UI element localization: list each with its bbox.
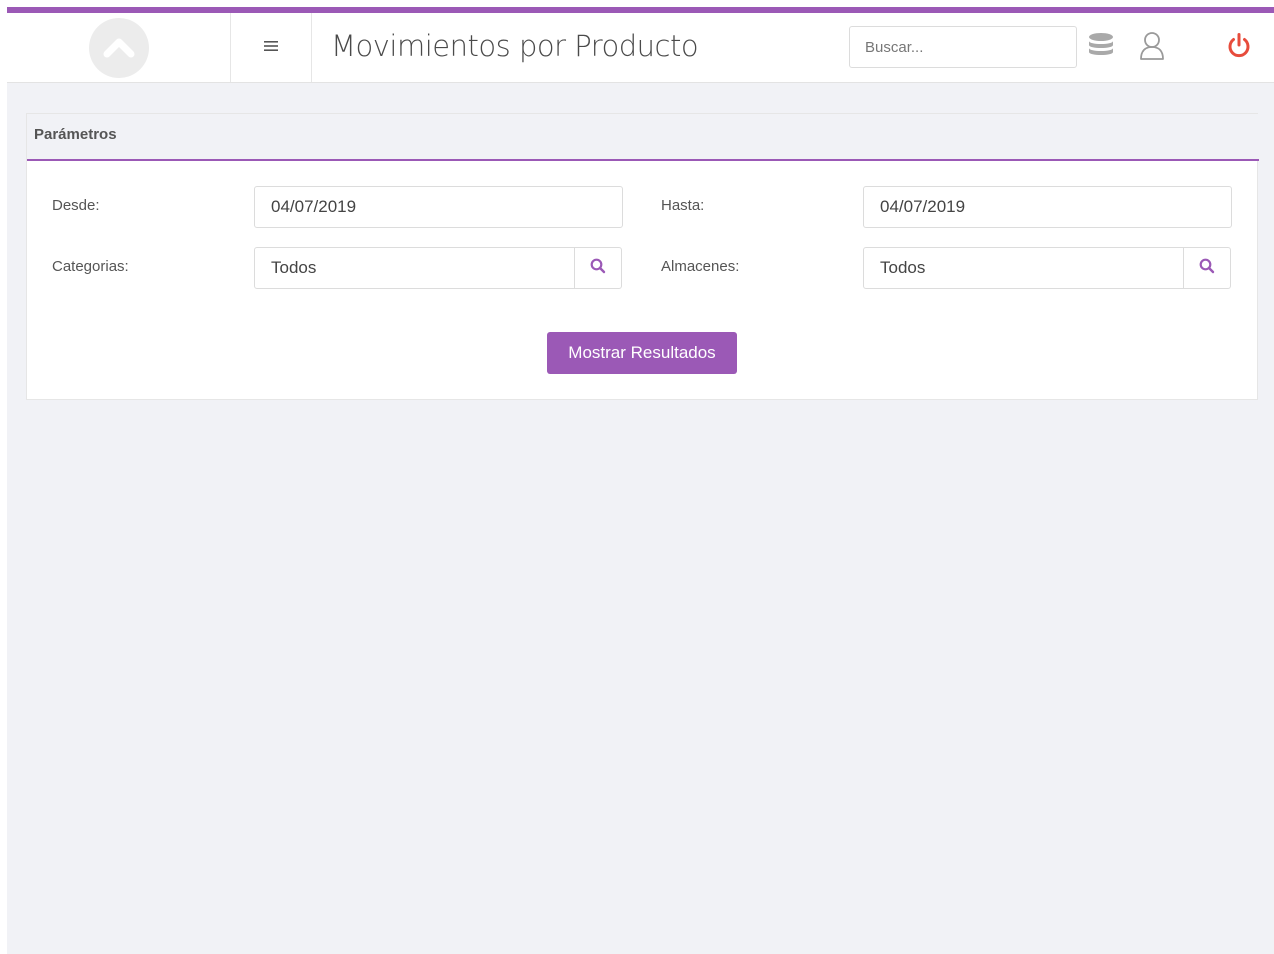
almacenes-field[interactable] — [863, 247, 1184, 289]
top-navbar: Movimientos por Producto — [7, 13, 1274, 83]
panel-title: Parámetros — [34, 126, 117, 143]
hasta-label: Hasta: — [661, 197, 705, 214]
mostrar-resultados-button[interactable]: Mostrar Resultados — [547, 332, 737, 374]
search-icon — [590, 258, 606, 279]
categorias-label: Categorias: — [52, 258, 129, 275]
user-icon — [1139, 31, 1165, 66]
page: Movimientos por Producto Buscar... Parám… — [7, 7, 1274, 954]
desde-date-field[interactable] — [254, 186, 623, 228]
search-input[interactable] — [849, 26, 1077, 68]
search-icon — [1199, 258, 1215, 279]
hasta-date-field[interactable] — [863, 186, 1232, 228]
desde-label: Desde: — [52, 197, 100, 214]
user-button[interactable] — [1137, 31, 1167, 66]
almacenes-search-button[interactable] — [1183, 247, 1231, 289]
hamburger-menu-icon — [263, 39, 279, 57]
database-button[interactable] — [1086, 32, 1116, 65]
panel-heading: Parámetros — [27, 114, 1259, 161]
database-icon — [1088, 32, 1114, 65]
hamburger-menu-button[interactable] — [231, 13, 312, 82]
logo-area[interactable] — [7, 13, 231, 82]
logout-button[interactable] — [1224, 32, 1254, 65]
page-title: Movimientos por Producto — [331, 29, 699, 63]
categorias-search-button[interactable] — [574, 247, 622, 289]
almacenes-label: Almacenes: — [661, 258, 740, 275]
parametros-panel: Parámetros Desde: Hasta: Categorias: Alm… — [26, 113, 1259, 400]
logo-icon — [88, 17, 149, 78]
power-icon — [1225, 32, 1253, 65]
categorias-field[interactable] — [254, 247, 575, 289]
